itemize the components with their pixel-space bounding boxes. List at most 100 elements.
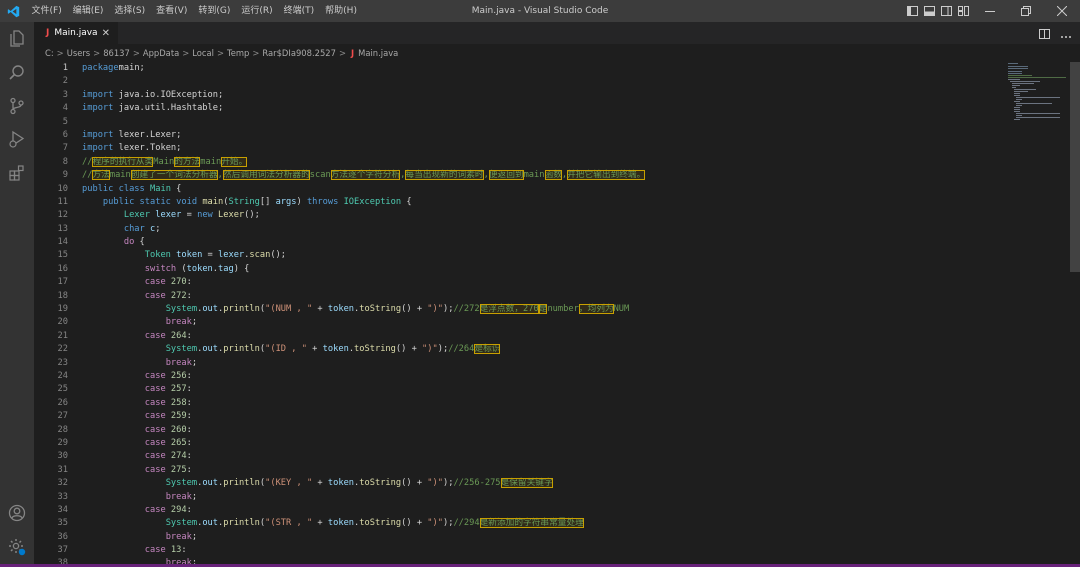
code-line[interactable]: break;: [82, 316, 1032, 329]
line-number: 28: [57, 424, 68, 435]
code-line[interactable]: switch (token.tag) {: [82, 263, 1032, 276]
code-line[interactable]: public class Main {: [82, 183, 1032, 196]
menu-go[interactable]: 转到(G): [193, 0, 236, 22]
code-token: 274: [170, 451, 187, 462]
search-icon[interactable]: [0, 58, 34, 88]
breadcrumb-file[interactable]: Main.java: [358, 48, 398, 58]
code-line[interactable]: break;: [82, 531, 1032, 544]
tab-close-icon[interactable]: ✕: [102, 28, 110, 39]
code-token: lexer.Lexer;: [113, 129, 182, 140]
restore-icon[interactable]: [1008, 0, 1044, 22]
code-token: 256: [170, 370, 187, 381]
menu-edit[interactable]: 编辑(E): [67, 0, 109, 22]
code-token: token: [322, 344, 349, 355]
code-token: java.util.Hashtable;: [113, 103, 224, 114]
breadcrumb-item[interactable]: C:: [45, 48, 54, 58]
code-line[interactable]: case 256:: [82, 370, 1032, 383]
breadcrumb-item[interactable]: 86137: [103, 48, 130, 58]
code-token: :: [186, 277, 192, 288]
code-line[interactable]: case 270:: [82, 276, 1032, 289]
customize-layout-icon[interactable]: [955, 0, 972, 22]
code-line[interactable]: break;: [82, 357, 1032, 370]
code-content[interactable]: packagemain; import java.io.IOException;…: [82, 62, 1032, 567]
code-line[interactable]: break;: [82, 491, 1032, 504]
minimap[interactable]: [1006, 62, 1068, 122]
code-line[interactable]: case 13:: [82, 544, 1032, 557]
code-line[interactable]: case 272:: [82, 290, 1032, 303]
tab-main-java[interactable]: J Main.java ✕: [34, 22, 118, 44]
code-line[interactable]: case 260:: [82, 424, 1032, 437]
code-line[interactable]: Token token = lexer.scan();: [82, 249, 1032, 262]
code-line[interactable]: do {: [82, 236, 1032, 249]
code-token: 函数: [544, 170, 562, 181]
manage-gear-icon[interactable]: [0, 532, 34, 562]
line-number: 25: [57, 384, 68, 395]
code-line[interactable]: //方法main创建了一个词法分析器,然后调用词法分析器的scan方法逐个字符分…: [82, 169, 1032, 182]
code-line[interactable]: System.out.println("(KEY , " + token.toS…: [82, 477, 1032, 490]
line-number: 10: [57, 183, 68, 194]
code-line[interactable]: case 274:: [82, 450, 1032, 463]
code-line[interactable]: import java.util.Hashtable;: [82, 102, 1032, 115]
line-number: 9: [62, 170, 68, 181]
breadcrumb-item[interactable]: Temp: [227, 48, 249, 58]
extensions-icon[interactable]: [0, 158, 34, 188]
code-token: ) {: [233, 263, 250, 274]
account-icon[interactable]: [0, 498, 34, 528]
code-line[interactable]: case 257:: [82, 383, 1032, 396]
code-line[interactable]: [82, 116, 1032, 129]
code-line[interactable]: Lexer lexer = new Lexer();: [82, 209, 1032, 222]
menu-run[interactable]: 运行(R): [236, 0, 278, 22]
line-number: 12: [57, 210, 68, 221]
toggle-panel-icon[interactable]: [921, 0, 938, 22]
code-line[interactable]: [82, 75, 1032, 88]
code-line[interactable]: //程序的执行从类Main的方法main开始。: [82, 156, 1032, 169]
source-control-icon[interactable]: [0, 91, 34, 121]
code-line[interactable]: public static void main(String[] args) t…: [82, 196, 1032, 209]
code-line[interactable]: import lexer.Lexer;: [82, 129, 1032, 142]
code-line[interactable]: char c;: [82, 223, 1032, 236]
code-token: 272: [170, 290, 187, 301]
code-line[interactable]: System.out.println("(STR , " + token.toS…: [82, 517, 1032, 530]
code-token: :: [186, 330, 192, 341]
code-line[interactable]: System.out.println("(NUM , " + token.toS…: [82, 303, 1032, 316]
explorer-icon[interactable]: [0, 23, 34, 53]
run-debug-icon[interactable]: [0, 124, 34, 154]
code-token: toString: [359, 478, 402, 489]
menu-terminal[interactable]: 终端(T): [278, 0, 320, 22]
code-line[interactable]: case 264:: [82, 330, 1032, 343]
breadcrumb-item[interactable]: Users: [67, 48, 90, 58]
code-line[interactable]: packagemain;: [82, 62, 1032, 75]
code-line[interactable]: case 259:: [82, 410, 1032, 423]
code-line[interactable]: import lexer.Token;: [82, 142, 1032, 155]
minimize-icon[interactable]: [972, 0, 1008, 22]
code-line[interactable]: case 275:: [82, 464, 1032, 477]
code-token: :: [186, 504, 192, 515]
toggle-primary-sidebar-icon[interactable]: [904, 0, 921, 22]
breadcrumb-item[interactable]: Rar$DIa908.2527: [262, 48, 336, 58]
split-editor-icon[interactable]: [1039, 24, 1050, 43]
breadcrumb-item[interactable]: Local: [192, 48, 214, 58]
breadcrumb-item[interactable]: AppData: [143, 48, 179, 58]
code-line[interactable]: case 294:: [82, 504, 1032, 517]
vscode-logo-icon[interactable]: [0, 0, 26, 22]
more-actions-icon[interactable]: [1060, 24, 1072, 43]
menu-selection[interactable]: 选择(S): [109, 0, 151, 22]
code-line[interactable]: case 258:: [82, 397, 1032, 410]
code-token: token: [327, 518, 355, 529]
toggle-secondary-sidebar-icon[interactable]: [938, 0, 955, 22]
code-editor[interactable]: 1 2 3 4 5 6 7 8 9 10 11 12 13 14 15 16 17 18 19 20 21 22 23 24 2…: [34, 62, 1080, 567]
code-line[interactable]: import java.io.IOException;: [82, 89, 1032, 102]
vertical-scrollbar[interactable]: [1070, 62, 1080, 567]
code-line[interactable]: System.out.println("(ID , " + token.toSt…: [82, 343, 1032, 356]
code-token: );: [437, 344, 449, 355]
line-number: 37: [57, 545, 68, 556]
menu-view[interactable]: 查看(V): [151, 0, 193, 22]
menu-file[interactable]: 文件(F): [26, 0, 67, 22]
scrollbar-thumb[interactable]: [1070, 62, 1080, 272]
menu-help[interactable]: 帮助(H): [320, 0, 363, 22]
close-window-icon[interactable]: [1044, 0, 1080, 22]
code-line[interactable]: case 265:: [82, 437, 1032, 450]
